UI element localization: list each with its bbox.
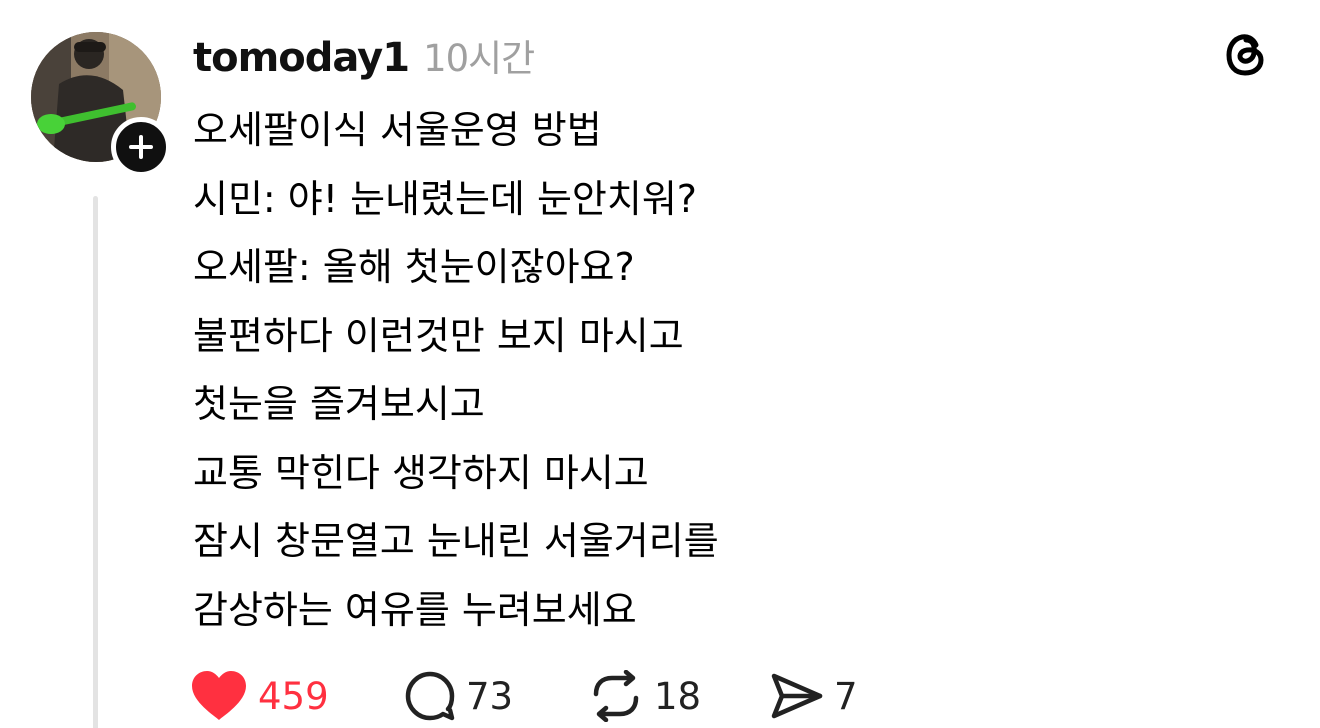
- post-body-line: 잠시 창문열고 눈내린 서울거리를: [193, 519, 719, 563]
- heart-icon: [192, 671, 246, 720]
- like-count: 459: [258, 674, 329, 718]
- post-body: 오세팔이식 서울운영 방법 시민: 야! 눈내렸는데 눈안치워? 오세팔: 올해…: [193, 96, 1193, 644]
- post-body-line: 감상하는 여유를 누려보세요: [193, 587, 637, 632]
- thread-line: [93, 196, 98, 728]
- post-body-line: 오세팔: 올해 첫눈이잖아요?: [193, 245, 635, 289]
- repost-icon: [593, 670, 639, 722]
- follow-button[interactable]: [111, 117, 171, 177]
- repost-button[interactable]: 18: [588, 666, 701, 726]
- share-count: 7: [834, 674, 858, 718]
- post-body-line: 오세팔이식 서울운영 방법: [193, 108, 602, 152]
- reply-button[interactable]: 73: [404, 666, 513, 726]
- comment-bubble-icon: [405, 671, 455, 721]
- reply-count: 73: [466, 674, 514, 718]
- post-body-line: 불편하다 이런것만 보지 마시고: [193, 313, 684, 358]
- post-body-line: 첫눈을 즐겨보시고: [193, 382, 485, 426]
- username[interactable]: tomoday1: [193, 35, 410, 81]
- threads-logo-icon[interactable]: [1220, 28, 1272, 80]
- thread-post: tomoday1 10시간 오세팔이식 서울운영 방법 시민: 야! 눈내렸는데…: [0, 0, 1320, 728]
- post-body-line: 교통 막힌다 생각하지 마시고: [193, 450, 649, 495]
- post-body-line: 시민: 야! 눈내렸는데 눈안치워?: [193, 176, 697, 221]
- share-button[interactable]: 7: [770, 666, 858, 726]
- send-icon: [771, 673, 823, 719]
- repost-count: 18: [654, 674, 702, 718]
- plus-icon: [129, 135, 153, 159]
- like-button[interactable]: 459: [190, 666, 329, 726]
- timestamp[interactable]: 10시간: [423, 28, 535, 82]
- post-header: tomoday1 10시간: [193, 28, 535, 82]
